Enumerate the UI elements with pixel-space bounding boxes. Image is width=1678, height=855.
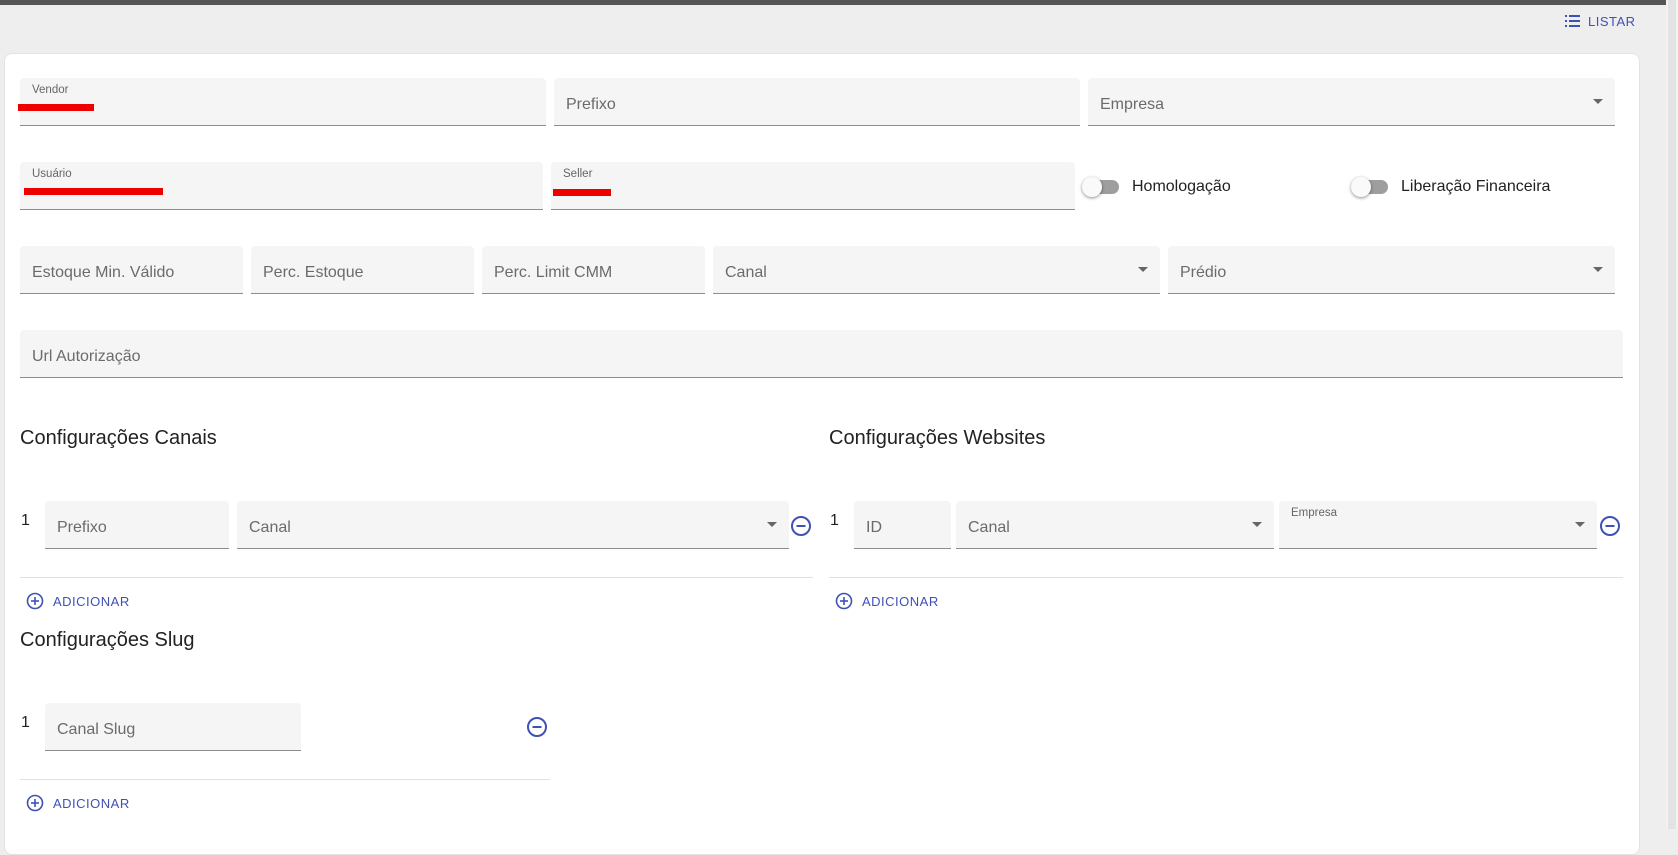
predio-label: Prédio: [1180, 264, 1227, 281]
websites-id-field[interactable]: ID: [854, 501, 951, 549]
prefixo-label: Prefixo: [566, 96, 616, 113]
canais-add-button[interactable]: ADICIONAR: [26, 592, 130, 610]
vendor-redaction-mark: [18, 104, 94, 111]
estoque-min-field[interactable]: Estoque Min. Válido: [20, 246, 243, 294]
scrollbar-thumb[interactable]: [1668, 0, 1676, 829]
homologacao-switch-track: [1082, 177, 1119, 197]
perc-limit-cmm-label: Perc. Limit CMM: [494, 264, 613, 281]
seller-redaction-mark: [553, 189, 611, 196]
canais-divider: [20, 577, 813, 578]
canais-canal-select[interactable]: Canal: [237, 501, 789, 549]
liberacao-switch-track: [1351, 177, 1388, 197]
slug-add-label: ADICIONAR: [53, 795, 130, 811]
chevron-down-icon: [1593, 99, 1603, 104]
add-circle-icon: [26, 592, 44, 610]
usuario-redaction-mark: [24, 188, 163, 195]
homologacao-toggle[interactable]: Homologação: [1082, 177, 1231, 197]
perc-estoque-field[interactable]: Perc. Estoque: [251, 246, 474, 294]
chevron-down-icon: [1575, 522, 1585, 527]
websites-add-label: ADICIONAR: [862, 593, 939, 609]
homologacao-label: Homologação: [1132, 178, 1231, 195]
listar-label: LISTAR: [1588, 13, 1636, 29]
vendor-label: Vendor: [32, 84, 69, 96]
remove-circle-icon[interactable]: [1599, 515, 1621, 537]
usuario-field[interactable]: Usuário: [20, 162, 543, 210]
websites-canal-label: Canal: [968, 519, 1010, 536]
homologacao-switch-thumb: [1082, 177, 1102, 197]
canais-prefixo-label: Prefixo: [57, 519, 107, 536]
vendor-field[interactable]: Vendor: [18, 78, 546, 126]
url-autorizacao-field[interactable]: Url Autorização: [20, 330, 1623, 378]
websites-section-title: Configurações Websites: [829, 427, 1046, 449]
chevron-down-icon: [1252, 522, 1262, 527]
websites-divider: [829, 577, 1623, 578]
canal-select[interactable]: Canal: [713, 246, 1160, 294]
list-icon: [1565, 15, 1580, 27]
canal-slug-label: Canal Slug: [57, 721, 136, 738]
websites-canal-select[interactable]: Canal: [956, 501, 1274, 549]
seller-label: Seller: [563, 168, 593, 180]
predio-select[interactable]: Prédio: [1168, 246, 1615, 294]
canal-slug-field[interactable]: Canal Slug: [45, 703, 301, 751]
liberacao-switch-thumb: [1351, 177, 1371, 197]
websites-empresa-select[interactable]: Empresa: [1279, 501, 1597, 549]
listar-button[interactable]: LISTAR: [1565, 11, 1636, 31]
chevron-down-icon: [767, 522, 777, 527]
slug-section-title: Configurações Slug: [20, 629, 195, 651]
prefixo-field[interactable]: Prefixo: [554, 78, 1080, 126]
slug-divider: [20, 779, 550, 780]
perc-limit-cmm-field[interactable]: Perc. Limit CMM: [482, 246, 705, 294]
seller-field[interactable]: Seller: [551, 162, 1075, 210]
websites-empresa-label: Empresa: [1291, 507, 1338, 519]
liberacao-financeira-toggle[interactable]: Liberação Financeira: [1351, 177, 1551, 197]
window-top-border: [0, 0, 1678, 5]
remove-circle-icon[interactable]: [790, 515, 812, 537]
slug-row-index: 1: [21, 714, 30, 731]
empresa-label: Empresa: [1100, 96, 1165, 113]
estoque-min-label: Estoque Min. Válido: [32, 264, 175, 281]
websites-id-label: ID: [866, 519, 882, 536]
canais-section-title: Configurações Canais: [20, 427, 217, 449]
canais-row-index: 1: [21, 512, 30, 529]
canais-prefixo-field[interactable]: Prefixo: [45, 501, 229, 549]
liberacao-financeira-label: Liberação Financeira: [1401, 178, 1551, 195]
chevron-down-icon: [1593, 267, 1603, 272]
empresa-select[interactable]: Empresa: [1088, 78, 1615, 126]
canais-canal-label: Canal: [249, 519, 291, 536]
perc-estoque-label: Perc. Estoque: [263, 264, 364, 281]
slug-add-button[interactable]: ADICIONAR: [26, 794, 130, 812]
websites-row-index: 1: [830, 512, 839, 529]
chevron-down-icon: [1138, 267, 1148, 272]
add-circle-icon: [835, 592, 853, 610]
url-autorizacao-label: Url Autorização: [32, 348, 141, 365]
websites-add-button[interactable]: ADICIONAR: [835, 592, 939, 610]
remove-circle-icon[interactable]: [526, 716, 548, 738]
usuario-label: Usuário: [32, 168, 72, 180]
canal-label: Canal: [725, 264, 767, 281]
add-circle-icon: [26, 794, 44, 812]
canais-add-label: ADICIONAR: [53, 593, 130, 609]
